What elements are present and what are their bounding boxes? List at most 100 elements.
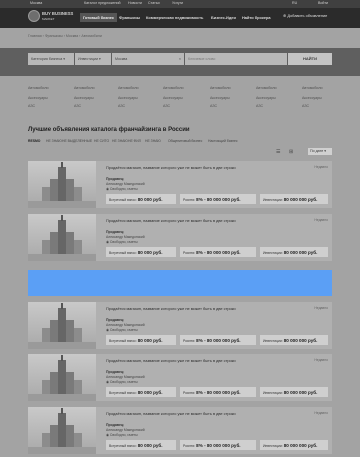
- category-link[interactable]: Автомобили: [302, 86, 322, 90]
- topbar-link-services[interactable]: Услуги: [172, 1, 183, 5]
- listing-card[interactable]: Продаётся магазин, название которого уже…: [28, 354, 332, 401]
- keyword-input[interactable]: Ключевое слово: [185, 53, 287, 65]
- category-link[interactable]: Автомобили: [74, 86, 94, 90]
- type-select[interactable]: Инвестиции ▾: [75, 53, 111, 65]
- chip-value: 8% - 80 000 000 руб.: [196, 250, 241, 255]
- city-select[interactable]: Москва ×: [112, 53, 184, 65]
- listing-title[interactable]: Продаётся магазин, название которого уже…: [106, 165, 236, 170]
- filter-tag[interactable]: RESMO: [28, 139, 40, 143]
- category-link[interactable]: Автомобили: [118, 86, 138, 90]
- listing-photo[interactable]: [28, 302, 96, 349]
- category-link[interactable]: Аксессуары: [256, 96, 276, 100]
- grid-view-icon[interactable]: ⊞: [289, 149, 293, 155]
- chip-label: Встречный взнос:: [109, 198, 137, 202]
- listing-title[interactable]: Продаётся магазин, название которого уже…: [106, 306, 236, 311]
- seller-name[interactable]: Александр Македонский: [106, 375, 145, 379]
- nav-commercial-realty[interactable]: Коммерческая недвижимость: [146, 15, 203, 20]
- filter-tag[interactable]: НЕ ВЫДЕЛЕННЫЕ: [62, 139, 92, 143]
- nav-franchises[interactable]: Франшизы: [119, 15, 140, 20]
- category-link[interactable]: Автомобили: [210, 86, 230, 90]
- find-button[interactable]: НАЙТИ: [288, 53, 332, 65]
- listing-photo[interactable]: [28, 354, 96, 401]
- category-link[interactable]: Аксессуары: [74, 96, 94, 100]
- logo[interactable]: BUY BUSINESS MARKET: [42, 11, 73, 21]
- chip-value: 80 000 руб.: [137, 390, 163, 395]
- city-select-value: Москва: [115, 57, 128, 61]
- category-link[interactable]: Аксессуары: [28, 96, 48, 100]
- listing-title[interactable]: Продаётся магазин, название которого уже…: [106, 358, 236, 363]
- category-link[interactable]: АЗС: [302, 104, 309, 108]
- initial-fee-chip: Встречный взнос: 80 000 руб.: [106, 387, 176, 397]
- filter-tag[interactable]: Настоящий бизнес: [208, 139, 238, 143]
- filter-tag[interactable]: НЕ ЗНАЮ: [46, 139, 62, 143]
- nav-find-broker[interactable]: Найти брокера: [242, 15, 271, 20]
- seller-name[interactable]: Александр Македонский: [106, 235, 145, 239]
- seller-label-text: Продавец:: [106, 318, 125, 322]
- listing-card[interactable]: Продаётся магазин, название которого уже…: [28, 214, 332, 261]
- listing-card[interactable]: Продаётся магазин, название которого уже…: [28, 407, 332, 454]
- listing-card[interactable]: Продаётся магазин, название которого уже…: [28, 302, 332, 349]
- login-link[interactable]: Войти: [318, 1, 328, 5]
- chip-label: Встречный взнос:: [109, 391, 137, 395]
- category-link[interactable]: Автомобили: [28, 86, 48, 90]
- category-select-value: Категория бизнеса: [31, 57, 63, 61]
- category-link[interactable]: АЗС: [28, 104, 35, 108]
- listing-photo[interactable]: [28, 214, 96, 261]
- filter-tag[interactable]: НЕ ЗНАЮ: [112, 139, 128, 143]
- seller-label: Продавец:: [106, 230, 124, 234]
- nav-ready-business[interactable]: Готовый бизнес: [80, 13, 118, 22]
- category-link[interactable]: Автомобили: [163, 86, 183, 90]
- investment-chip: Инвестиции: 80 000 000 руб.: [260, 247, 328, 257]
- add-listing-label: Добавить объявление: [287, 13, 328, 18]
- seller-label-text: Продавец:: [106, 423, 125, 427]
- listing-title[interactable]: Продаётся магазин, название которого уже…: [106, 411, 236, 416]
- chip-label: Встречный взнос:: [109, 339, 137, 343]
- clear-icon[interactable]: ×: [179, 57, 181, 61]
- language-switch[interactable]: RU: [292, 1, 297, 5]
- listing-status: ◉ Свободно, газеты: [106, 433, 138, 437]
- chip-label: Роялти:: [183, 339, 196, 343]
- topbar-link-news[interactable]: Новости: [128, 1, 142, 5]
- category-link[interactable]: Автомобили: [256, 86, 276, 90]
- category-link[interactable]: Аксессуары: [118, 96, 138, 100]
- category-link[interactable]: Аксессуары: [163, 96, 183, 100]
- nav-business-ideas[interactable]: Бизнес-Идеи: [211, 15, 236, 20]
- section-title: Лучшие объявления каталога франчайзинга …: [28, 127, 190, 133]
- filter-tag[interactable]: НЕ СИТО: [94, 139, 109, 143]
- add-listing-button[interactable]: ⊕ Добавить объявление: [283, 13, 327, 18]
- filter-tag[interactable]: Общепитовый бизнес: [168, 139, 202, 143]
- seller-name[interactable]: Александр Македонский: [106, 428, 145, 432]
- seller-label: Продавец:: [106, 423, 124, 427]
- listing-photo[interactable]: [28, 407, 96, 454]
- listing-card[interactable]: Продаётся магазин, название которого уже…: [28, 161, 332, 208]
- topbar-link-articles[interactable]: Статьи: [148, 1, 160, 5]
- category-link[interactable]: АЗС: [74, 104, 81, 108]
- chip-value: 8% - 80 000 000 руб.: [196, 338, 241, 343]
- category-link[interactable]: Аксессуары: [210, 96, 230, 100]
- category-link[interactable]: АЗС: [163, 104, 170, 108]
- listing-title[interactable]: Продаётся магазин, название которого уже…: [106, 218, 236, 223]
- chip-label: Инвестиции:: [263, 198, 283, 202]
- listing-status: ◉ Свободно, газеты: [106, 328, 138, 332]
- category-select[interactable]: Категория бизнеса ▾: [28, 53, 74, 65]
- seller-label-text: Продавец:: [106, 177, 125, 181]
- category-link[interactable]: АЗС: [210, 104, 217, 108]
- investment-chip: Инвестиции: 80 000 000 руб.: [260, 194, 328, 204]
- filter-tag[interactable]: НЕ ЗНАЮ: [145, 139, 161, 143]
- seller-name[interactable]: Александр Македонский: [106, 323, 145, 327]
- ad-banner[interactable]: [28, 270, 332, 296]
- category-link[interactable]: АЗС: [118, 104, 125, 108]
- seller-label: Продавец:: [106, 318, 124, 322]
- logo-icon[interactable]: [28, 10, 40, 22]
- chip-value: 8% - 80 000 000 руб.: [196, 443, 241, 448]
- seller-name[interactable]: Александр Македонский: [106, 182, 145, 186]
- sort-select[interactable]: По дате ▾: [308, 148, 332, 155]
- listing-photo[interactable]: [28, 161, 96, 208]
- city-link[interactable]: Москва: [30, 1, 42, 5]
- list-view-icon[interactable]: ☰: [276, 149, 280, 155]
- listing-date: Недавно: [314, 411, 328, 415]
- filter-tag[interactable]: НЕ ФИЛ: [128, 139, 141, 143]
- category-link[interactable]: АЗС: [256, 104, 263, 108]
- topbar-link-catalog[interactable]: Каталог предложений: [84, 1, 121, 5]
- category-link[interactable]: Аксессуары: [302, 96, 322, 100]
